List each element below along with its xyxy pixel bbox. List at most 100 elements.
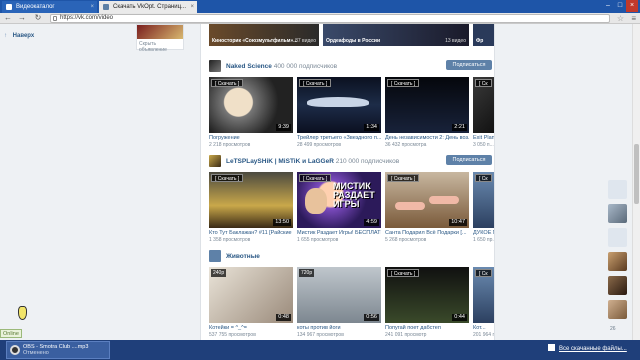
- video-title[interactable]: Погружение: [209, 135, 293, 141]
- lock-icon: [53, 16, 57, 21]
- video-duration: 9:39: [276, 124, 291, 131]
- subscriber-count: 210 000 подписчиков: [335, 158, 400, 165]
- category-name[interactable]: Животные: [226, 253, 260, 260]
- album-card[interactable]: Фр: [473, 24, 494, 46]
- reload-button[interactable]: ↻: [32, 13, 44, 24]
- browser-menu-icon[interactable]: ≡: [631, 13, 636, 24]
- video-thumbnail[interactable]: [ Ск: [473, 267, 494, 323]
- mouse-cursor-icon: [18, 306, 27, 320]
- video-title[interactable]: коты против йоги: [297, 325, 381, 331]
- ad-image[interactable]: [137, 25, 183, 39]
- video-thumbnail[interactable]: [ Скачать ] 10:47: [385, 172, 469, 228]
- minimize-button[interactable]: –: [602, 0, 614, 12]
- video-title[interactable]: Exit Plan...: [473, 135, 494, 141]
- maximize-button[interactable]: □: [614, 0, 626, 12]
- left-sidebar: ↑ Наверх: [0, 24, 48, 340]
- album-title: Киносторик «Союзмультфильм»...: [212, 38, 298, 44]
- scrollbar-thumb[interactable]: [634, 144, 639, 204]
- tab-close-icon[interactable]: ×: [90, 1, 94, 13]
- video-views: 3 050 п...: [473, 142, 494, 148]
- video-title[interactable]: Трейлер третьего «Звездного п...: [297, 135, 381, 141]
- video-views: 5 268 просмотров: [385, 237, 427, 243]
- thumbnail-overlay-text: МИСТИК РАЗДАЕТ ИГРЫ: [333, 181, 375, 209]
- video-duration: 10:47: [449, 219, 467, 226]
- downloads-bar: OBS - Smotra Club ....mp3 Отменено Все с…: [0, 340, 640, 360]
- subscribe-button[interactable]: Подписаться: [446, 155, 492, 165]
- friend-avatar[interactable]: [608, 228, 627, 247]
- back-button[interactable]: ←: [2, 13, 14, 24]
- bookmark-star-icon[interactable]: ☆: [617, 13, 624, 24]
- channel-avatar[interactable]: [209, 155, 221, 167]
- album-count: 13 видео: [445, 38, 466, 44]
- quality-badge[interactable]: 240p: [211, 269, 227, 277]
- tab-vkopt[interactable]: Скачать VkOpt. Страниц... ×: [99, 1, 197, 13]
- url-text: https://vk.com/video: [60, 15, 114, 21]
- download-button[interactable]: [ Скачать ]: [299, 174, 332, 182]
- friend-avatar[interactable]: [608, 180, 627, 199]
- all-downloads-link[interactable]: Все скачанные файлы...: [548, 344, 627, 352]
- download-item[interactable]: OBS - Smotra Club ....mp3 Отменено: [6, 341, 110, 359]
- channel-name[interactable]: LeTSPLaySHiK | MiSTiK и LaGGeR 210 000 п…: [226, 158, 399, 165]
- tab-video-catalog[interactable]: Видеокаталог ×: [2, 1, 97, 13]
- download-button[interactable]: [ Скачать ]: [211, 174, 244, 182]
- album-title: Фр: [476, 38, 484, 44]
- subscribe-button[interactable]: Подписаться: [446, 60, 492, 70]
- video-title[interactable]: Кот...: [473, 325, 494, 331]
- friend-avatar[interactable]: [608, 204, 627, 223]
- forward-button[interactable]: →: [16, 13, 28, 24]
- album-count: 87 видео: [295, 38, 316, 44]
- video-duration: 2:21: [452, 124, 467, 131]
- hide-ad-link[interactable]: Скрыть объявление: [139, 41, 183, 53]
- channel-name[interactable]: Naked Science 400 000 подписчиков: [226, 63, 337, 70]
- download-button[interactable]: [ Ск: [475, 174, 492, 182]
- friend-avatar[interactable]: [608, 276, 627, 295]
- friend-avatar[interactable]: [608, 252, 627, 271]
- video-thumbnail[interactable]: [ Ск: [473, 77, 494, 133]
- download-button[interactable]: [ Скачать ]: [387, 174, 420, 182]
- download-button[interactable]: [ Скачать ]: [299, 79, 332, 87]
- video-title[interactable]: ДУКОЕ М...: [473, 230, 494, 236]
- friends-rail: 26: [608, 180, 628, 340]
- download-button[interactable]: [ Скачать ]: [387, 269, 420, 277]
- url-input[interactable]: https://vk.com/video: [50, 14, 610, 23]
- friends-count[interactable]: 26: [610, 326, 616, 332]
- channel-avatar[interactable]: [209, 60, 221, 72]
- video-thumbnail[interactable]: 240p 0:48: [209, 267, 293, 323]
- ad-block: Скрыть объявление: [136, 24, 184, 53]
- video-thumbnail[interactable]: 720p 0:56: [297, 267, 381, 323]
- video-views: 1 655 просмотров: [297, 237, 339, 243]
- quality-badge[interactable]: 720p: [299, 269, 315, 277]
- close-window-button[interactable]: ×: [626, 0, 638, 12]
- download-button[interactable]: [ Скачать ]: [211, 79, 244, 87]
- download-button[interactable]: [ Скачать ]: [387, 79, 420, 87]
- category-section: Животные 240p 0:48 Котейки = ^_^= 537 75…: [201, 250, 494, 340]
- album-card[interactable]: Ордеафоды в России 13 видео: [323, 24, 469, 46]
- tab-close-icon[interactable]: ×: [190, 1, 194, 13]
- download-button[interactable]: [ Ск: [475, 269, 492, 277]
- video-title[interactable]: День независимости 2: День воз...: [385, 135, 469, 141]
- video-thumbnail[interactable]: [ Скачать ] 0:44: [385, 267, 469, 323]
- video-title[interactable]: Попугай поет дабстеп: [385, 325, 469, 331]
- video-thumbnail[interactable]: [ Скачать ] 13:50: [209, 172, 293, 228]
- video-title[interactable]: Санта Подарил Всё Подарки [...: [385, 230, 469, 236]
- obs-icon: [10, 345, 20, 355]
- video-title[interactable]: Мистик Раздает Игры! БЕСПЛАТН...: [297, 230, 381, 236]
- video-thumbnail[interactable]: МИСТИК РАЗДАЕТ ИГРЫ [ Скачать ] 4:59: [297, 172, 381, 228]
- video-views: 1 358 просмотров: [209, 237, 251, 243]
- video-title[interactable]: Кто Тут Баклажан? #11 [Райские ...: [209, 230, 293, 236]
- scroll-to-top-link[interactable]: ↑ Наверх: [4, 33, 34, 39]
- video-title[interactable]: Котейки = ^_^=: [209, 325, 293, 331]
- video-thumbnail[interactable]: [ Скачать ] 9:39: [209, 77, 293, 133]
- channel-header: LeTSPLaySHiK | MiSTiK и LaGGeR 210 000 п…: [209, 155, 492, 167]
- friend-avatar[interactable]: [608, 300, 627, 319]
- scrollbar[interactable]: [632, 24, 640, 340]
- subscriber-count: 400 000 подписчиков: [273, 63, 338, 70]
- video-thumbnail[interactable]: [ Скачать ] 1:34: [297, 77, 381, 133]
- paw-icon: [209, 250, 221, 262]
- video-thumbnail[interactable]: [ Ск: [473, 172, 494, 228]
- album-card[interactable]: Киносторик «Союзмультфильм»... 87 видео: [209, 24, 319, 46]
- video-thumbnail[interactable]: [ Скачать ] 2:21: [385, 77, 469, 133]
- video-views: 134 967 просмотров: [297, 332, 344, 338]
- video-duration: 0:44: [452, 314, 467, 321]
- download-button[interactable]: [ Ск: [475, 79, 492, 87]
